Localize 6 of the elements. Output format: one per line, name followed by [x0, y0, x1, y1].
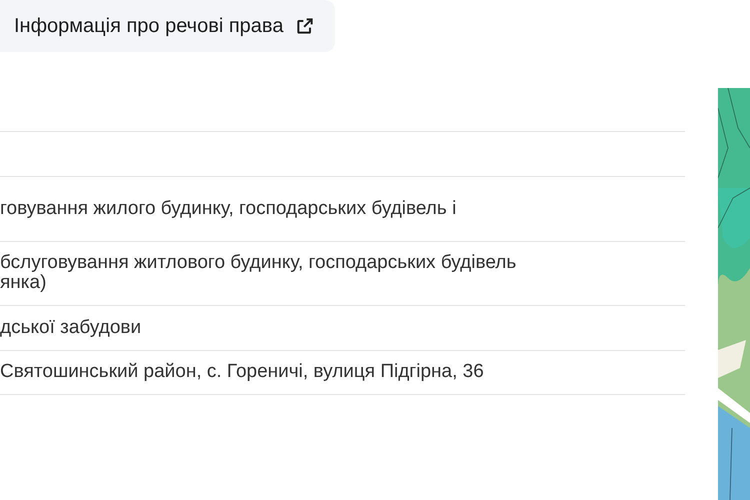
table-cell: дської забудови	[0, 318, 142, 338]
external-link-button[interactable]: Інформація про речові права	[0, 0, 336, 52]
table-cell: говування жилого будинку, господарських будівель і	[0, 198, 456, 219]
table-cell: Святошинський район, с. Гореничі, вулиця Підгірна, 36	[0, 362, 484, 382]
external-link-icon	[295, 16, 316, 36]
table-cell: бслуговування житлового будинку, господарських будівель янка)	[0, 253, 516, 294]
